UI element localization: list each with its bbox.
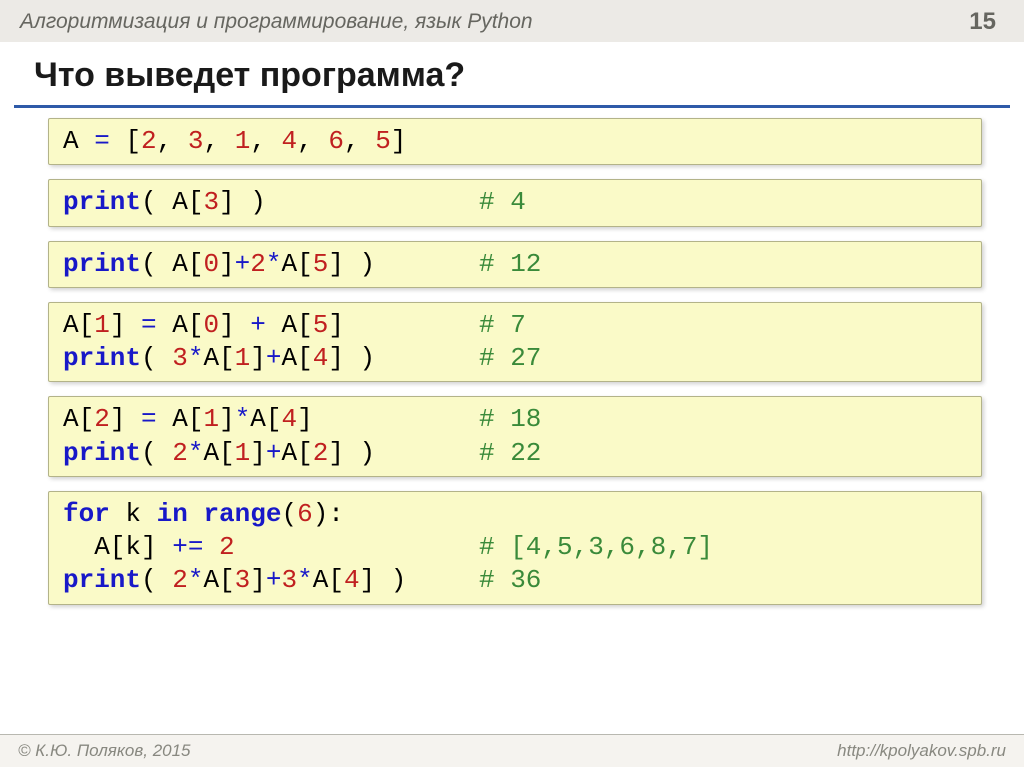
slide-content: A = [2, 3, 1, 4, 6, 5] print( A[3] )# 4 pr… (0, 118, 1024, 605)
slide-title: Что выведет программа? (0, 42, 1024, 103)
page-number: 15 (969, 8, 1004, 36)
code-comment: # 18 (479, 403, 541, 436)
code-line: print( A[0]+2*A[5] )# 12 (63, 248, 967, 281)
code-line: print( 2*A[3]+3*A[4] )# 36 (63, 564, 967, 597)
course-title: Алгоритмизация и программирование, язык … (20, 10, 533, 34)
code-box: A[1] = A[0] + A[5]# 7print( 3*A[1]+A[4] … (48, 302, 982, 383)
code-box: print( A[0]+2*A[5] )# 12 (48, 241, 982, 288)
title-underline (14, 105, 1010, 108)
code-line: A = [2, 3, 1, 4, 6, 5] (63, 125, 967, 158)
code-line: print( A[3] )# 4 (63, 186, 967, 219)
copyright-text: © К.Ю. Поляков, 2015 (18, 741, 191, 761)
code-comment: # 12 (479, 248, 541, 281)
code-line: A[2] = A[1]*A[4]# 18 (63, 403, 967, 436)
code-comment: # 27 (479, 342, 541, 375)
code-comment: # [4,5,3,6,8,7] (479, 531, 713, 564)
slide-footer: © К.Ю. Поляков, 2015 http://kpolyakov.sp… (0, 734, 1024, 767)
code-line: print( 2*A[1]+A[2] )# 22 (63, 437, 967, 470)
code-comment: # 7 (479, 309, 526, 342)
slide-header: Алгоритмизация и программирование, язык … (0, 0, 1024, 42)
code-comment: # 22 (479, 437, 541, 470)
code-comment: # 4 (479, 186, 526, 219)
code-line: A[1] = A[0] + A[5]# 7 (63, 309, 967, 342)
code-line: A[k] += 2# [4,5,3,6,8,7] (63, 531, 967, 564)
code-box: for k in range(6): A[k] += 2# [4,5,3,6,8… (48, 491, 982, 605)
code-line: for k in range(6): (63, 498, 967, 531)
code-box: A[2] = A[1]*A[4]# 18print( 2*A[1]+A[2] )… (48, 396, 982, 477)
code-comment: # 36 (479, 564, 541, 597)
code-box: A = [2, 3, 1, 4, 6, 5] (48, 118, 982, 165)
footer-url: http://kpolyakov.spb.ru (837, 741, 1006, 761)
code-line: print( 3*A[1]+A[4] )# 27 (63, 342, 967, 375)
code-box: print( A[3] )# 4 (48, 179, 982, 226)
